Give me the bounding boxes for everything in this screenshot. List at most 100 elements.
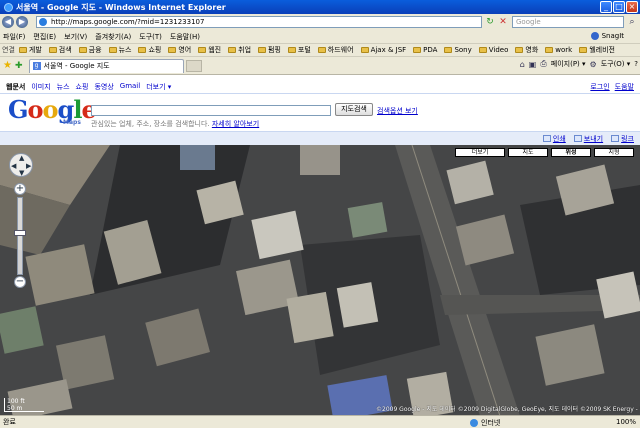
link-folder[interactable]: 취업 <box>228 45 251 55</box>
security-zone[interactable]: 인터넷 <box>470 418 500 428</box>
map-scale: 100 ft 50 m <box>4 398 44 412</box>
zoom-slider-handle[interactable] <box>14 230 26 236</box>
link-folder[interactable]: 뉴스 <box>108 45 131 55</box>
tab-active[interactable]: g 서울역 - Google 지도 <box>28 58 184 73</box>
new-tab-button[interactable] <box>185 59 202 72</box>
add-favorite-icon[interactable]: ✚ <box>15 61 23 71</box>
send-link[interactable]: 보내기 <box>573 134 603 144</box>
link-folder[interactable]: 웹진 <box>198 45 221 55</box>
help-link[interactable]: 도움말 <box>615 82 634 92</box>
link-folder[interactable]: Sony <box>444 46 472 54</box>
printer-icon <box>542 135 551 142</box>
search-icon[interactable]: ⌕ <box>626 16 638 28</box>
maximize-button[interactable]: □ <box>613 1 625 13</box>
page-menu[interactable]: 페이지(P) ▾ <box>551 59 586 69</box>
learn-more-link[interactable]: 자세히 알아보기 <box>212 120 259 128</box>
pan-left-icon[interactable]: ◀ <box>11 162 16 170</box>
tools-menu[interactable]: 도구(O) ▾ <box>601 59 631 69</box>
link-folder[interactable]: 하드웨어 <box>317 45 354 55</box>
link-label: 링크 <box>621 134 634 143</box>
print-icon[interactable]: ⎙ <box>540 59 546 69</box>
link-folder-label: 금융 <box>88 46 102 54</box>
folder-icon <box>78 47 87 53</box>
account-links: 로그인 도움말 <box>590 82 634 92</box>
signin-link[interactable]: 로그인 <box>590 82 609 92</box>
search-hint-text: 관심있는 업체, 주소, 장소를 검색합니다. <box>91 120 210 128</box>
menu-tools[interactable]: 도구(T) <box>139 32 162 42</box>
folder-icon <box>413 47 422 53</box>
folder-icon <box>228 47 237 53</box>
menu-file[interactable]: 파일(F) <box>3 32 25 42</box>
zoom-level[interactable]: 100% <box>616 418 636 426</box>
forward-button[interactable]: ▶ <box>16 16 28 28</box>
pan-right-icon[interactable]: ▶ <box>26 162 31 170</box>
map-type-more[interactable]: 더보기 <box>455 148 505 157</box>
url-input[interactable]: http://maps.google.com/?mid=1231233107 <box>36 16 482 28</box>
link-folder[interactable]: 영화 <box>515 45 538 55</box>
link-folder[interactable]: work <box>545 46 572 54</box>
nav-link-images[interactable]: 이미지 <box>31 82 50 92</box>
zoom-out-button[interactable]: − <box>14 276 26 288</box>
link-folder-label: 펌핑 <box>268 46 281 54</box>
zone-label: 인터넷 <box>481 419 501 427</box>
nav-link-news[interactable]: 뉴스 <box>57 82 70 92</box>
menu-edit[interactable]: 편집(E) <box>33 32 56 42</box>
folder-icon <box>545 47 554 53</box>
menu-favorites[interactable]: 즐겨찾기(A) <box>95 32 131 42</box>
google-logo[interactable]: Google <box>8 96 97 124</box>
link-folder[interactable]: 포털 <box>287 45 311 55</box>
nav-link-shopping[interactable]: 쇼핑 <box>76 82 89 92</box>
close-button[interactable]: × <box>626 1 638 13</box>
nav-link-gmail[interactable]: Gmail <box>120 82 140 92</box>
pan-up-icon[interactable]: ▲ <box>19 154 24 162</box>
page-icon <box>39 18 47 26</box>
chain-link-icon <box>611 135 620 142</box>
map-search-button[interactable]: 지도검색 <box>335 103 373 116</box>
map-type-satellite[interactable]: 위성 <box>551 148 591 157</box>
nav-link-web[interactable]: 웹문서 <box>6 82 25 92</box>
search-options-link[interactable]: 검색옵션 보기 <box>377 106 418 116</box>
browser-search-input[interactable]: Google <box>512 16 624 28</box>
link-folder[interactable]: 영어 <box>168 45 191 55</box>
link-folder[interactable]: 쇼핑 <box>138 45 161 55</box>
link-folder[interactable]: 펌핑 <box>258 45 281 55</box>
link-folder[interactable]: PDA <box>413 46 437 54</box>
link-folder[interactable]: 게발 <box>18 45 42 55</box>
link-link[interactable]: 링크 <box>611 134 634 144</box>
ie-app-icon <box>4 2 13 12</box>
link-folder[interactable]: Video <box>478 46 508 54</box>
folder-icon <box>317 47 326 53</box>
feeds-icon[interactable]: ▣ <box>529 60 537 69</box>
menu-help[interactable]: 도움말(H) <box>170 32 200 42</box>
link-folder[interactable]: Ajax & JSF <box>360 46 406 54</box>
help-menu[interactable]: ? <box>634 60 638 68</box>
link-folder-label: 검색 <box>58 46 72 54</box>
nav-link-video[interactable]: 동영상 <box>94 82 113 92</box>
command-bar: ⌂ ▣ ⎙ 페이지(P) ▾ ⚙ 도구(O) ▾ ? <box>520 59 638 69</box>
zoom-in-button[interactable]: + <box>14 183 26 195</box>
nav-link-more[interactable]: 더보기 ▾ <box>146 82 171 92</box>
refresh-icon[interactable]: ↻ <box>484 16 496 28</box>
folder-icon <box>168 47 177 53</box>
stop-icon[interactable]: ✕ <box>497 16 509 28</box>
url-text: http://maps.google.com/?mid=1231233107 <box>51 18 205 26</box>
home-icon[interactable]: ⌂ <box>520 60 525 69</box>
window-titlebar: 서울역 - Google 지도 - Windows Internet Explo… <box>0 0 640 14</box>
menu-view[interactable]: 보기(V) <box>64 32 87 42</box>
print-link[interactable]: 인쇄 <box>542 134 566 144</box>
map-type-terrain[interactable]: 지형 <box>594 148 634 157</box>
link-folder[interactable]: 금융 <box>78 45 102 55</box>
pan-down-icon[interactable]: ▼ <box>19 169 24 177</box>
map-type-map[interactable]: 지도 <box>508 148 548 157</box>
maps-search-input[interactable] <box>91 105 331 116</box>
back-button[interactable]: ◀ <box>2 16 14 28</box>
link-folder[interactable]: 검색 <box>48 45 72 55</box>
satellite-map[interactable]: 더보기 지도 위성 지형 ▲ ◀ ▶ ▼ + − 100 ft 50 m ©20… <box>0 145 640 416</box>
pan-control[interactable]: ▲ ◀ ▶ ▼ <box>9 153 33 177</box>
map-toolbar: 인쇄 보내기 링크 <box>0 131 640 145</box>
snagit-toolbar[interactable]: SnagIt <box>590 32 624 40</box>
link-folder[interactable]: 웰레비전 <box>579 45 615 55</box>
favorites-star-icon[interactable]: ★ <box>3 60 12 71</box>
minimize-button[interactable]: _ <box>600 1 612 13</box>
zoom-slider-track[interactable] <box>17 197 23 275</box>
